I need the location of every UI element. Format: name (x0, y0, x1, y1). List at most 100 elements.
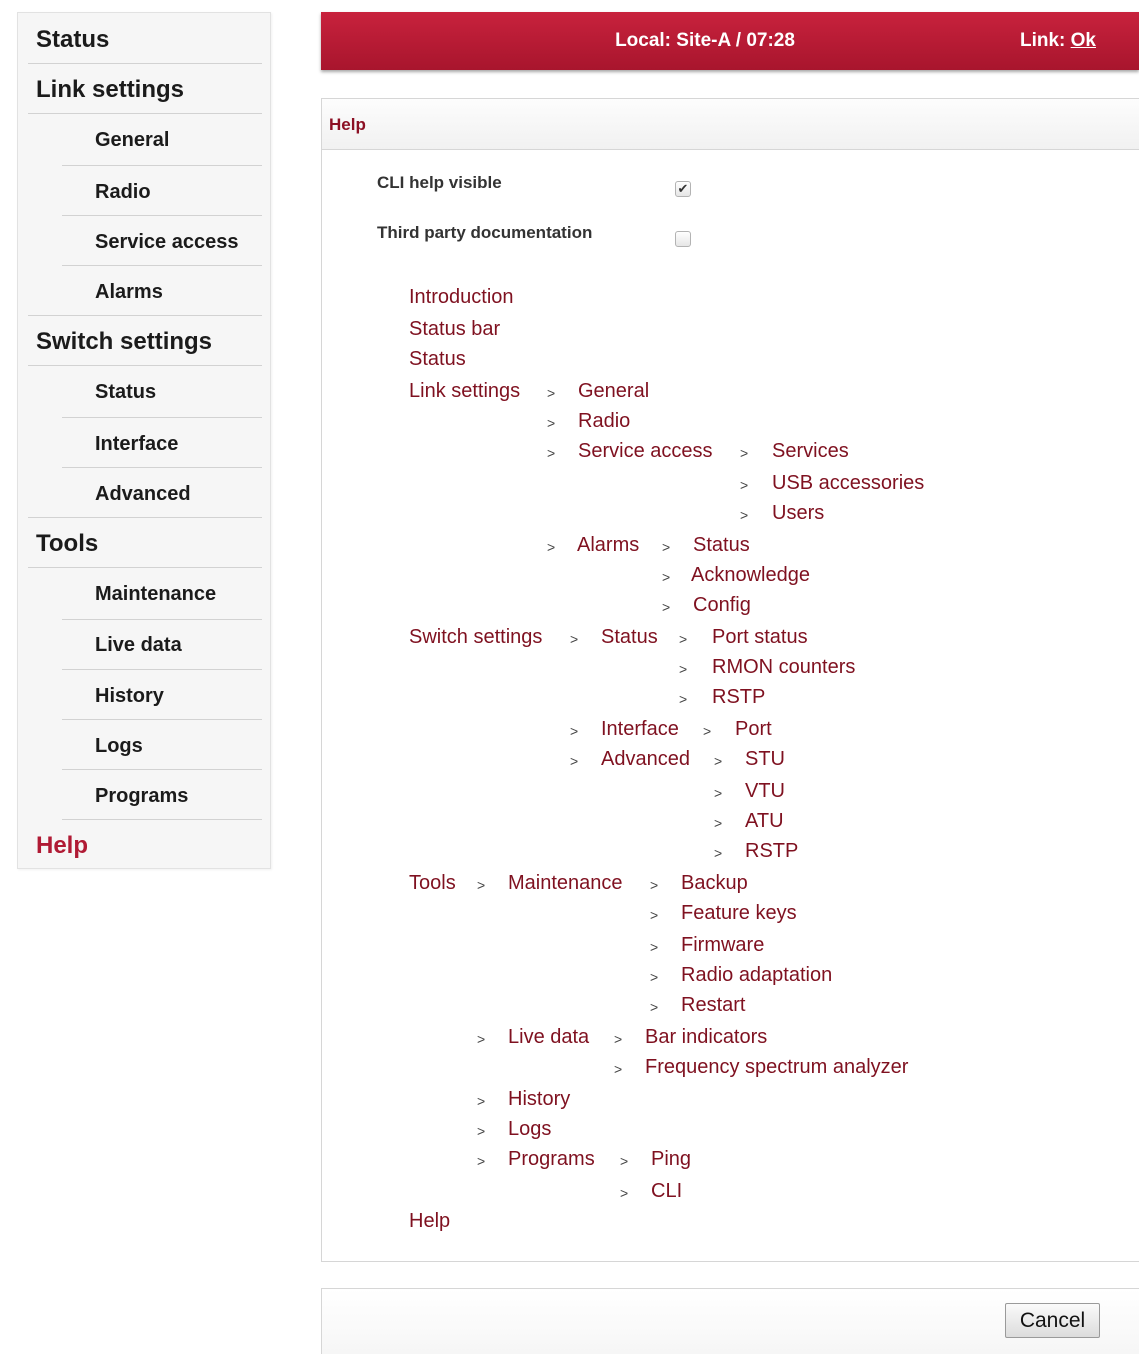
toc-alarms[interactable]: Alarms (577, 534, 639, 557)
toc-switch-settings[interactable]: Switch settings (409, 626, 542, 649)
sidebar-item-alarms[interactable]: Alarms (95, 281, 163, 304)
toc-separator: > (650, 939, 659, 955)
toc-rstp-advanced[interactable]: RSTP (745, 840, 798, 863)
status-bar: Local: Site-A / 07:28 Link: Ok (321, 12, 1139, 70)
sidebar-item-help[interactable]: Help (36, 832, 88, 860)
toc-maintenance[interactable]: Maintenance (508, 872, 623, 895)
sidebar-divider (62, 265, 262, 266)
toc-alarms-status[interactable]: Status (693, 534, 750, 557)
toc-radio-adaptation[interactable]: Radio adaptation (681, 964, 832, 987)
sidebar-item-tools[interactable]: Tools (36, 530, 98, 558)
link-status-value[interactable]: Ok (1071, 30, 1096, 51)
toc-services[interactable]: Services (772, 440, 849, 463)
toc-switch-status[interactable]: Status (601, 626, 658, 649)
toc-separator: > (714, 753, 723, 769)
toc-backup[interactable]: Backup (681, 872, 748, 895)
sidebar-item-status[interactable]: Status (36, 26, 109, 54)
sidebar-divider (62, 417, 262, 418)
toc-separator: > (477, 1123, 486, 1139)
toc-separator: > (650, 907, 659, 923)
toc-atu[interactable]: ATU (745, 810, 784, 833)
toc-port-status[interactable]: Port status (712, 626, 808, 649)
sidebar-divider (28, 63, 262, 64)
toc-service-access[interactable]: Service access (578, 440, 713, 463)
sidebar-item-switch-status[interactable]: Status (95, 381, 156, 404)
sidebar-divider (28, 567, 262, 568)
toc-cli[interactable]: CLI (651, 1180, 682, 1203)
toc-separator: > (570, 723, 579, 739)
sidebar-item-advanced[interactable]: Advanced (95, 483, 191, 506)
toc-logs[interactable]: Logs (508, 1118, 551, 1141)
toc-general[interactable]: General (578, 380, 649, 403)
toc-separator: > (714, 815, 723, 831)
toc-separator: > (662, 569, 671, 585)
toc-interface[interactable]: Interface (601, 718, 679, 741)
toc-introduction[interactable]: Introduction (409, 286, 514, 309)
sidebar-item-service-access[interactable]: Service access (95, 231, 238, 254)
sidebar-item-interface[interactable]: Interface (95, 433, 178, 456)
sidebar-divider (62, 165, 262, 166)
toc-advanced[interactable]: Advanced (601, 748, 690, 771)
toc-vtu[interactable]: VTU (745, 780, 785, 803)
toc-separator: > (477, 1153, 486, 1169)
toc-separator: > (570, 631, 579, 647)
toc-link-settings[interactable]: Link settings (409, 380, 520, 403)
toc-separator: > (662, 599, 671, 615)
toc-separator: > (547, 539, 556, 555)
toc-help[interactable]: Help (409, 1210, 450, 1233)
toc-users[interactable]: Users (772, 502, 824, 525)
toc-programs[interactable]: Programs (508, 1148, 595, 1171)
link-status-label: Link: (1019, 30, 1066, 51)
toc-separator: > (570, 753, 579, 769)
toc-usb-accessories[interactable]: USB accessories (772, 472, 924, 495)
cancel-button[interactable]: Cancel (1005, 1303, 1100, 1338)
page-title: Help (329, 115, 366, 134)
toc-separator: > (547, 445, 556, 461)
toc-stu[interactable]: STU (745, 748, 785, 771)
toc-port[interactable]: Port (735, 718, 772, 741)
sidebar-divider (62, 769, 262, 770)
sidebar-item-programs[interactable]: Programs (95, 785, 188, 808)
toc-status[interactable]: Status (409, 348, 466, 371)
toc-config[interactable]: Config (693, 594, 751, 617)
help-panel: Help CLI help visible ✔ Third party docu… (321, 98, 1139, 1262)
toc-rmon-counters[interactable]: RMON counters (712, 656, 855, 679)
toc-tools[interactable]: Tools (409, 872, 456, 895)
sidebar-item-link-settings[interactable]: Link settings (36, 76, 184, 104)
third-party-docs-checkbox[interactable] (675, 231, 691, 247)
toc-live-data[interactable]: Live data (508, 1026, 589, 1049)
toc-status-bar[interactable]: Status bar (409, 318, 500, 341)
sidebar-item-radio[interactable]: Radio (95, 181, 151, 204)
sidebar-item-switch-settings[interactable]: Switch settings (36, 328, 212, 356)
toc-separator: > (477, 1031, 486, 1047)
toc-radio[interactable]: Radio (578, 410, 630, 433)
toc-separator: > (679, 661, 688, 677)
toc-separator: > (620, 1153, 629, 1169)
sidebar-nav: Status Link settings General Radio Servi… (17, 12, 271, 869)
toc-bar-indicators[interactable]: Bar indicators (645, 1026, 767, 1049)
sidebar-item-logs[interactable]: Logs (95, 735, 143, 758)
toc-history[interactable]: History (508, 1088, 570, 1111)
toc-rstp-status[interactable]: RSTP (712, 686, 765, 709)
toc-ping[interactable]: Ping (651, 1148, 691, 1171)
toc-separator: > (477, 877, 486, 893)
sidebar-item-maintenance[interactable]: Maintenance (95, 583, 216, 606)
toc-separator: > (547, 415, 556, 431)
toc-restart[interactable]: Restart (681, 994, 745, 1017)
toc-separator: > (650, 969, 659, 985)
cli-help-visible-checkbox[interactable]: ✔ (675, 181, 691, 197)
sidebar-item-history[interactable]: History (95, 685, 164, 708)
cli-help-visible-label: CLI help visible (377, 173, 502, 192)
toc-separator: > (650, 877, 659, 893)
toc-feature-keys[interactable]: Feature keys (681, 902, 797, 925)
sidebar-item-general[interactable]: General (95, 129, 169, 152)
toc-separator: > (620, 1185, 629, 1201)
toc-separator: > (714, 785, 723, 801)
sidebar-item-live-data[interactable]: Live data (95, 634, 182, 657)
toc-firmware[interactable]: Firmware (681, 934, 764, 957)
toc-acknowledge[interactable]: Acknowledge (691, 564, 810, 587)
sidebar-divider (62, 215, 262, 216)
toc-separator: > (740, 477, 749, 493)
checkmark-icon: ✔ (677, 181, 689, 196)
toc-frequency-spectrum-analyzer[interactable]: Frequency spectrum analyzer (645, 1056, 908, 1079)
